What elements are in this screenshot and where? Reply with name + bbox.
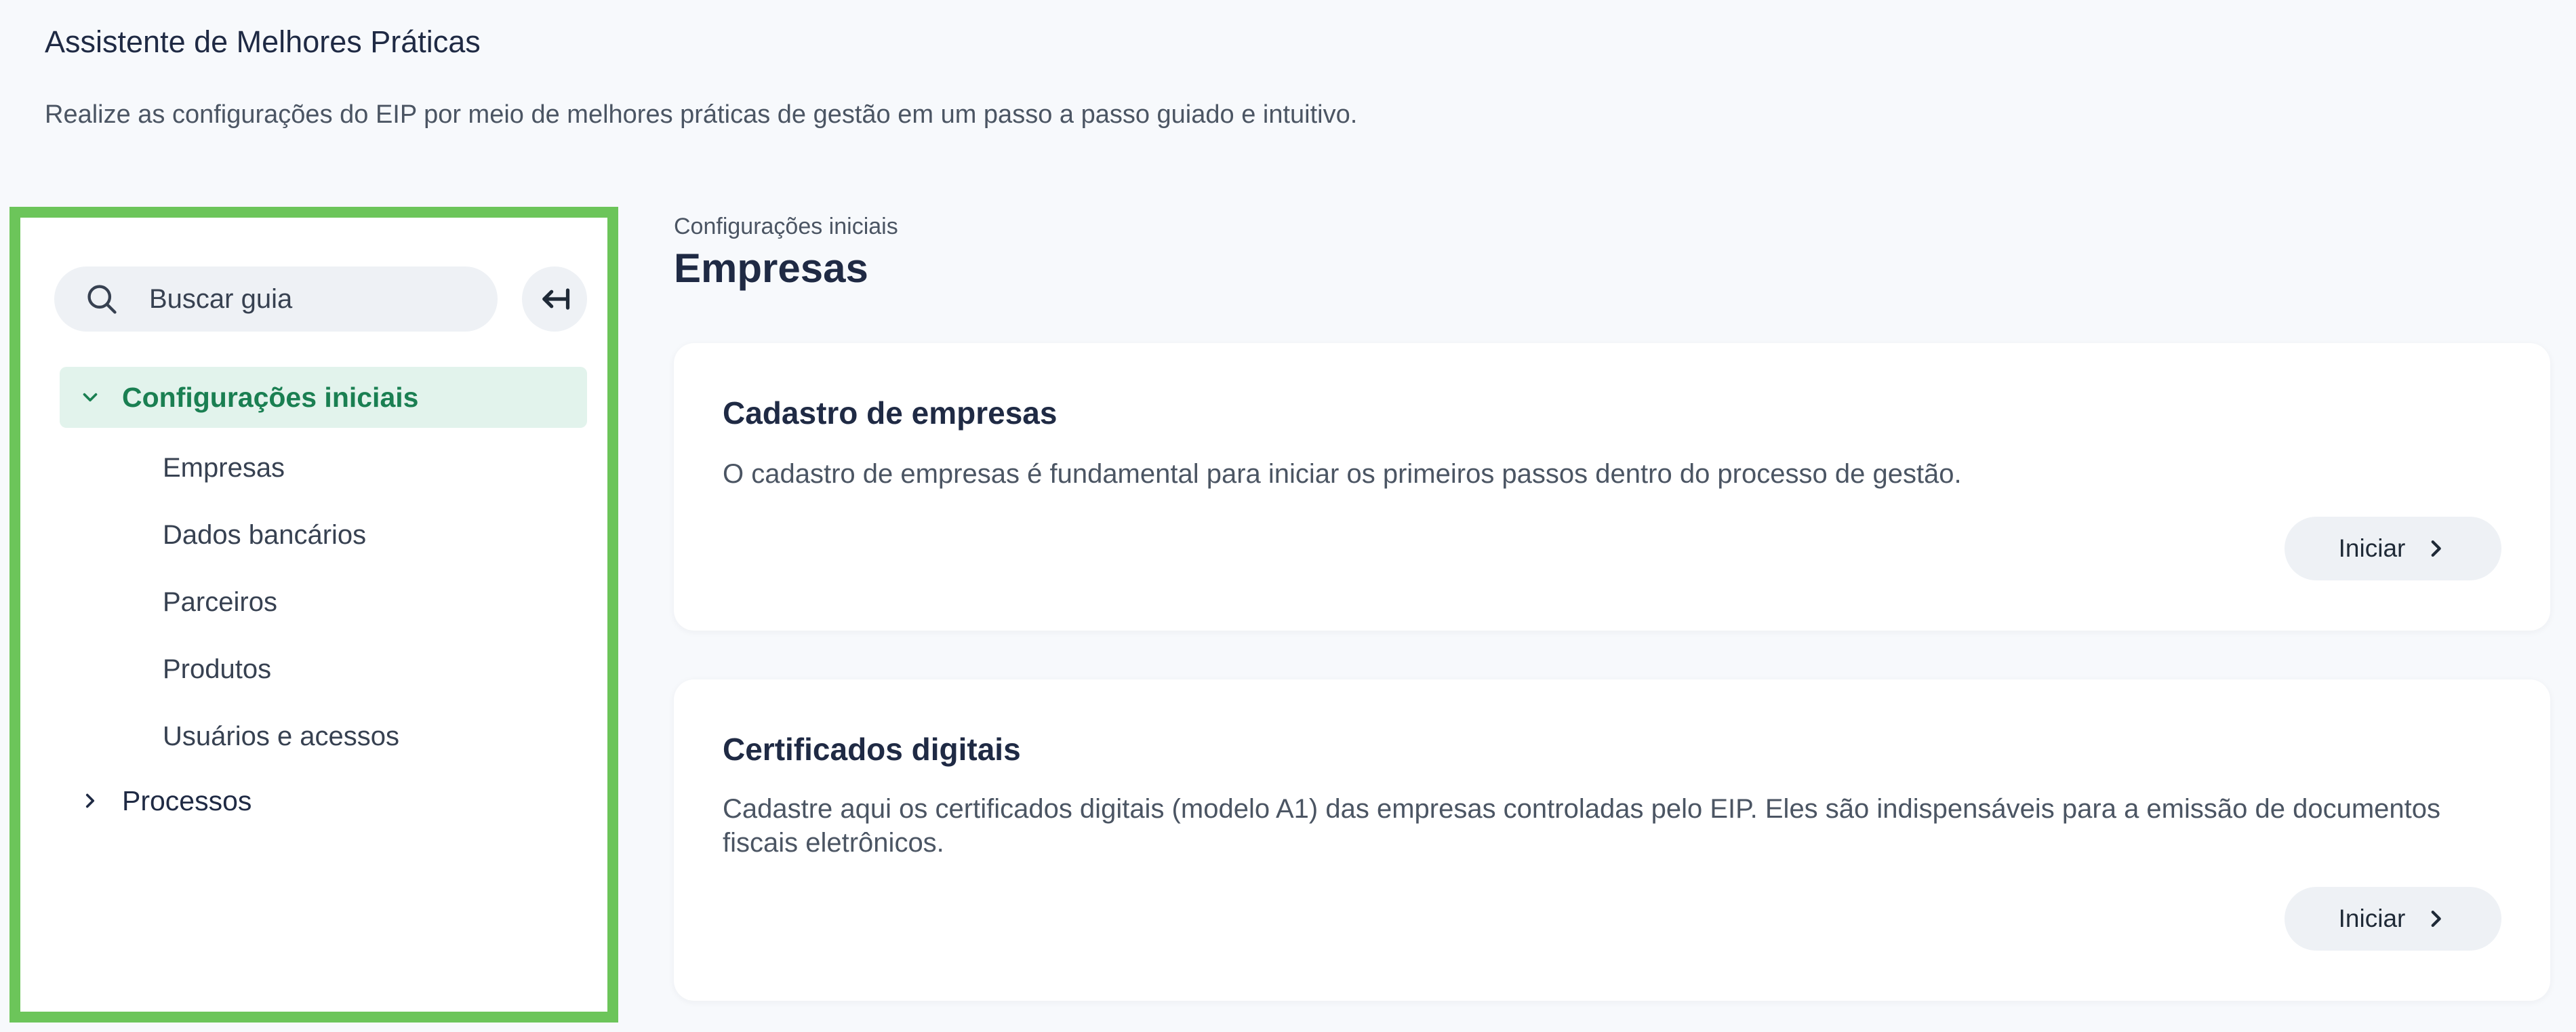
card-title: Certificados digitais <box>723 732 1021 767</box>
card-description: O cadastro de empresas é fundamental par… <box>723 459 1962 489</box>
search-icon <box>87 285 117 314</box>
nav-item-dados-bancarios[interactable]: Dados bancários <box>60 502 587 569</box>
nav-group-configuracoes-iniciais[interactable]: Configurações iniciais <box>60 367 587 428</box>
section-title: Empresas <box>674 245 868 291</box>
collapse-left-icon <box>542 288 570 310</box>
card-title: Cadastro de empresas <box>723 395 1058 431</box>
nav-item-produtos[interactable]: Produtos <box>60 636 587 703</box>
nav-item-parceiros[interactable]: Parceiros <box>60 569 587 636</box>
collapse-sidebar-button[interactable] <box>522 266 587 332</box>
chevron-down-icon <box>83 393 98 402</box>
nav-item-empresas[interactable]: Empresas <box>60 435 587 502</box>
chevron-right-icon <box>85 793 95 808</box>
nav-subitems: Empresas Dados bancários Parceiros Produ… <box>60 435 587 770</box>
search-box[interactable] <box>54 266 498 332</box>
breadcrumb: Configurações iniciais <box>674 214 898 239</box>
guide-nav: Configurações iniciais Empresas Dados ba… <box>60 367 587 831</box>
chevron-right-icon <box>2431 910 2442 928</box>
nav-group-label: Configurações iniciais <box>122 381 419 413</box>
card-description: Cadastre aqui os certificados digitais (… <box>723 794 2441 858</box>
nav-group-label: Processos <box>122 785 252 816</box>
search-input[interactable] <box>149 283 461 315</box>
guide-sidebar: Configurações iniciais Empresas Dados ba… <box>9 207 618 1023</box>
page-subtitle: Realize as configurações do EIP por meio… <box>45 100 1358 129</box>
chevron-right-icon <box>2431 540 2442 557</box>
nav-item-usuarios-e-acessos[interactable]: Usuários e acessos <box>60 703 587 770</box>
start-button[interactable]: Iniciar <box>2285 517 2501 580</box>
search-row <box>54 266 603 332</box>
start-button-label: Iniciar <box>2338 905 2406 932</box>
guide-card: Certificados digitais Cadastre aqui os c… <box>674 679 2550 1001</box>
nav-group-processos[interactable]: Processos <box>60 770 587 831</box>
page-header: Assistente de Melhores Práticas Realize … <box>45 23 2485 131</box>
guide-card: Cadastro de empresas O cadastro de empre… <box>674 343 2550 631</box>
start-button-label: Iniciar <box>2338 534 2406 562</box>
start-button[interactable]: Iniciar <box>2285 887 2501 951</box>
page-title: Assistente de Melhores Práticas <box>45 24 481 59</box>
